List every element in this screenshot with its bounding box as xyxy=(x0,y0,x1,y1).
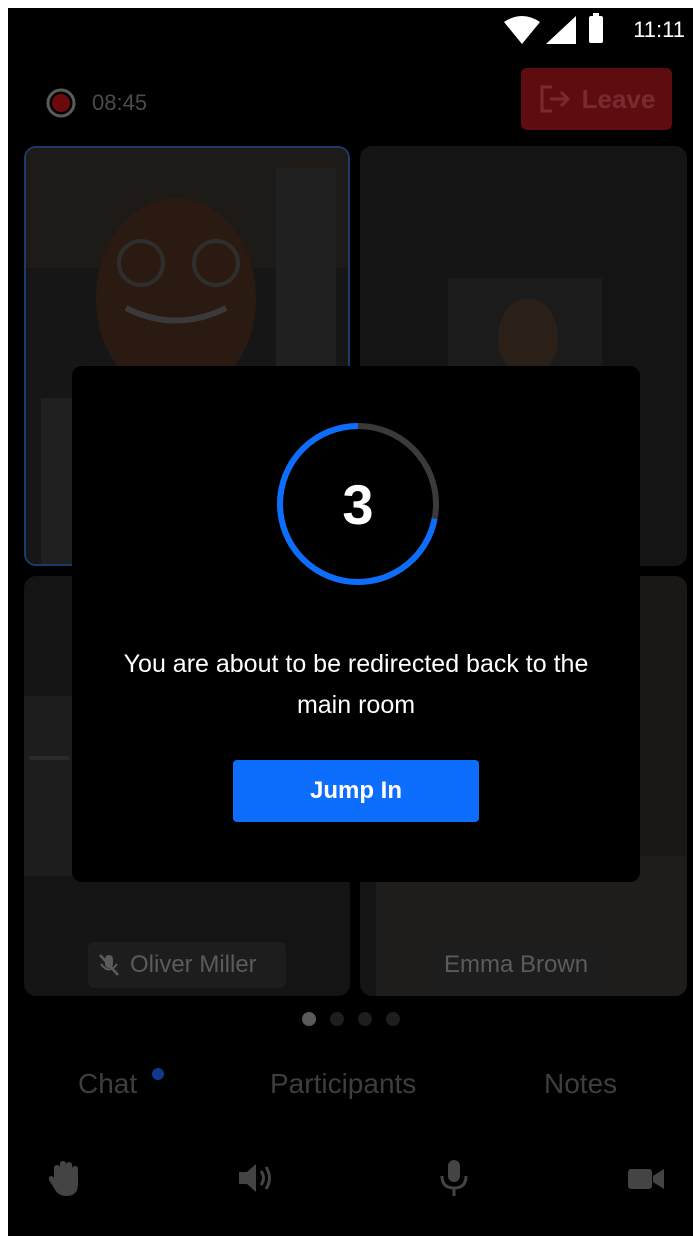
exit-icon xyxy=(540,85,570,113)
unread-badge xyxy=(152,1068,164,1080)
page-dot[interactable] xyxy=(386,1012,400,1026)
page-dot-active[interactable] xyxy=(302,1012,316,1026)
bottom-tabs: Chat Participants Notes xyxy=(8,1058,693,1118)
redirect-message: You are about to be redirected back to t… xyxy=(123,650,589,719)
call-controls xyxy=(8,1158,693,1218)
page-indicator xyxy=(302,1012,400,1026)
status-bar: 11:11 xyxy=(8,8,693,52)
jump-in-button[interactable]: Jump In xyxy=(233,760,479,822)
page-dot[interactable] xyxy=(330,1012,344,1026)
video-call-screen: 11:11 08:45 Leave Oliver Miller Emma Bro… xyxy=(8,8,693,1236)
participant-video xyxy=(448,278,602,378)
participant-name: Oliver Miller xyxy=(130,951,257,978)
tab-notes[interactable]: Notes xyxy=(544,1068,617,1100)
status-time: 11:11 xyxy=(633,17,685,42)
microphone-icon[interactable] xyxy=(434,1158,474,1198)
participant-name-tag: Oliver Miller xyxy=(88,942,286,988)
leave-label: Leave xyxy=(581,83,656,114)
mic-off-icon xyxy=(99,954,119,976)
leave-button[interactable]: Leave xyxy=(521,68,672,130)
battery-icon xyxy=(589,13,603,43)
countdown-number: 3 xyxy=(342,472,374,536)
tab-chat[interactable]: Chat xyxy=(78,1068,137,1100)
tab-participants[interactable]: Participants xyxy=(270,1068,416,1100)
page-dot[interactable] xyxy=(358,1012,372,1026)
wifi-icon xyxy=(504,16,540,44)
signal-icon xyxy=(546,16,576,44)
participant-name: Emma Brown xyxy=(444,951,589,978)
redirect-dialog: 3 You are about to be redirected back to… xyxy=(72,366,640,882)
speaker-icon[interactable] xyxy=(236,1158,276,1198)
call-timer: 08:45 xyxy=(92,90,148,115)
camera-icon[interactable] xyxy=(626,1158,666,1198)
record-icon xyxy=(46,88,76,118)
participant-name-tag: Emma Brown xyxy=(434,942,612,988)
raise-hand-icon[interactable] xyxy=(44,1158,84,1198)
